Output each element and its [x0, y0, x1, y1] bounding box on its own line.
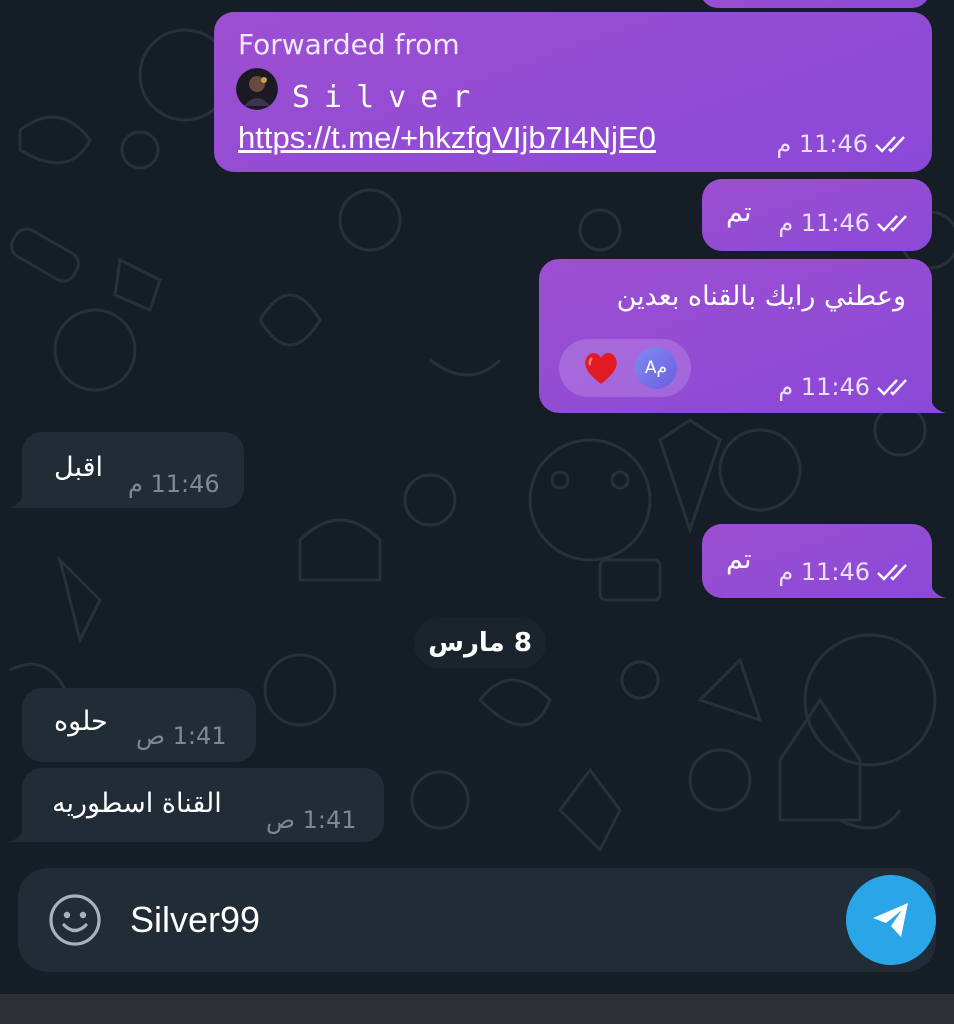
date-divider: 8 مارس: [414, 618, 546, 668]
message-text: تم: [726, 544, 752, 575]
bubble-tail: [930, 396, 946, 413]
send-button[interactable]: [846, 875, 936, 965]
reactor-avatar: Aم: [635, 347, 677, 389]
message-meta: 11:46 م: [776, 130, 914, 158]
chat-area[interactable]: Forwarded from Silver https://t.me/+hkzf…: [0, 0, 954, 870]
message-time: 11:46 م: [776, 130, 868, 158]
message-text: القناة اسطوريه: [52, 788, 222, 819]
previous-message-bubble[interactable]: [700, 0, 930, 8]
message-text: تم: [726, 197, 752, 228]
send-icon: [873, 903, 908, 937]
incoming-message-bubble[interactable]: حلوه 1:41 ص: [22, 688, 256, 762]
reaction-bar[interactable]: Aم: [559, 339, 691, 397]
message-text: وعطني رايك بالقناه بعدين: [616, 281, 906, 312]
heart-reaction-icon[interactable]: [581, 348, 621, 388]
emoji-icon[interactable]: [48, 893, 102, 947]
bubble-tail: [8, 825, 24, 842]
incoming-message-bubble[interactable]: اقبل 11:46 م: [22, 432, 244, 508]
system-nav-bar: [0, 994, 954, 1024]
message-meta: 11:46 م: [778, 558, 916, 586]
forwarded-label: Forwarded from: [238, 28, 460, 61]
message-time: 11:46 م: [778, 373, 870, 401]
double-check-icon: [877, 215, 907, 232]
message-input[interactable]: [130, 890, 830, 950]
message-text: اقبل: [54, 452, 104, 483]
bubble-tail: [8, 491, 24, 508]
message-composer: [18, 868, 936, 972]
message-meta: 11:46 م: [128, 470, 220, 498]
message-meta: 1:41 ص: [136, 722, 227, 750]
message-time: 11:46 م: [778, 558, 870, 586]
channel-invite-link[interactable]: https://t.me/+hkzfgVIjb7I4NjE0: [238, 120, 656, 156]
message-meta: 1:41 ص: [266, 806, 357, 834]
outgoing-message-bubble[interactable]: تم 11:46 م: [702, 524, 932, 598]
outgoing-message-bubble[interactable]: تم 11:46 م: [702, 179, 932, 251]
forwarded-message-bubble[interactable]: Forwarded from Silver https://t.me/+hkzf…: [214, 12, 932, 172]
message-time: 1:41 ص: [136, 722, 227, 750]
forwarded-source-name[interactable]: Silver: [292, 80, 484, 115]
message-time: 11:46 م: [778, 209, 870, 237]
double-check-icon: [877, 379, 907, 396]
channel-avatar[interactable]: [236, 68, 278, 110]
bubble-tail: [930, 581, 946, 598]
message-text: حلوه: [54, 706, 108, 737]
double-check-icon: [877, 564, 907, 581]
double-check-icon: [875, 136, 905, 153]
message-time: 1:41 ص: [266, 806, 357, 834]
incoming-message-bubble[interactable]: القناة اسطوريه 1:41 ص: [22, 768, 384, 842]
message-meta: 11:46 م: [778, 373, 916, 401]
message-meta: 11:46 م: [778, 209, 916, 237]
outgoing-message-bubble[interactable]: وعطني رايك بالقناه بعدين Aم 11:46 م: [539, 259, 932, 413]
message-time: 11:46 م: [128, 470, 220, 498]
